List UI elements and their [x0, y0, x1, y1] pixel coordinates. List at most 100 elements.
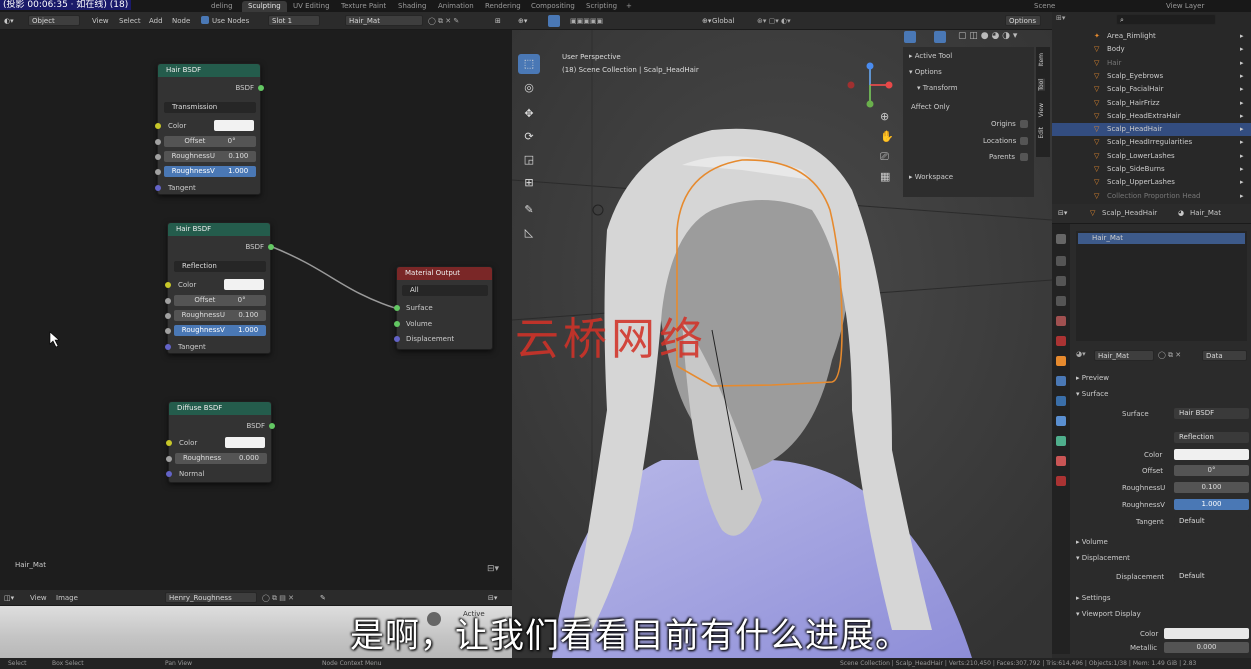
tab-texture-paint[interactable]: Texture Paint	[335, 1, 392, 12]
component-dropdown[interactable]: Reflection	[1174, 432, 1249, 443]
material-browse-icon[interactable]: ◕▾	[1076, 350, 1086, 358]
color-swatch[interactable]	[225, 437, 265, 448]
outliner-item[interactable]: ▽ Scalp_HeadHair ▸	[1052, 123, 1251, 137]
cursor-tool-icon[interactable]: ◎	[518, 78, 540, 98]
diffuse-bsdf-node[interactable]: Diffuse BSDF BSDF Color Roughness 0.000 …	[166, 401, 275, 483]
menu-node[interactable]: Node	[172, 16, 190, 27]
metallic-field[interactable]: 0.000	[1164, 642, 1249, 653]
tab-tool[interactable]: Tool	[1038, 79, 1045, 91]
color-input-socket[interactable]	[155, 123, 161, 129]
locations-checkbox[interactable]	[1020, 137, 1028, 145]
bsdf-output-socket[interactable]	[258, 85, 264, 91]
visibility-icon[interactable]: ▸	[1240, 163, 1244, 176]
roughness-v-field[interactable]: 1.000	[1174, 499, 1249, 510]
zoom-icon[interactable]: ⊕	[880, 110, 889, 123]
tab-item[interactable]: Item	[1038, 53, 1045, 67]
outliner-item[interactable]: ▽ Scalp_SideBurns ▸	[1052, 163, 1251, 176]
tab-shading[interactable]: Shading	[392, 1, 432, 12]
displacement-field[interactable]: Default	[1174, 571, 1249, 582]
tool-tab-icon[interactable]	[1056, 234, 1066, 244]
shading-mode-icons[interactable]: ▢ ◫ ● ◕ ◑ ▾	[958, 31, 1017, 41]
pin-icon[interactable]: ⊞	[495, 16, 501, 27]
roughness-u-field[interactable]: RoughnessU 0.100	[174, 310, 266, 321]
menu-image[interactable]: Image	[56, 593, 78, 604]
outliner-item[interactable]: ▽ Scalp_HeadIrregularities ▸	[1052, 136, 1251, 149]
tab-scripting[interactable]: Scripting	[580, 1, 623, 12]
outliner-item[interactable]: ✦ Area_Rimlight ▸	[1052, 30, 1251, 43]
component-dropdown[interactable]: Transmission	[164, 102, 256, 113]
preview-header[interactable]: ▸ Preview	[1076, 374, 1109, 382]
tab-sculpting[interactable]: Sculpting	[242, 1, 287, 12]
viewport-display-header[interactable]: ▾ Viewport Display	[1076, 610, 1141, 618]
offset-field[interactable]: Offset 0°	[164, 136, 256, 147]
component-dropdown[interactable]: Reflection	[174, 261, 266, 272]
move-tool-icon[interactable]: ✥	[518, 104, 540, 124]
tab-modeling[interactable]: deling	[205, 1, 239, 12]
active-tool-header[interactable]: ▸ Active Tool	[909, 52, 952, 60]
material-name-field[interactable]: Hair_Mat	[1094, 350, 1154, 361]
material-user-icons[interactable]: ◯ ⧉ ✕	[1158, 351, 1181, 360]
material-slot-item[interactable]: Hair_Mat	[1078, 233, 1245, 244]
transform-tool-icon[interactable]: ⊞	[518, 173, 540, 193]
physics-tab-icon[interactable]	[1056, 416, 1066, 426]
image-tools-icon[interactable]: ◯ ⧉ ▤ ✕	[262, 593, 294, 604]
view-layer-selector[interactable]: View Layer	[1160, 1, 1210, 12]
sidebar-toggle-icon[interactable]: ⊟▾	[487, 564, 499, 574]
outliner-item[interactable]: ▽ Scalp_HeadExtraHair ▸	[1052, 110, 1251, 123]
object-tab-icon[interactable]	[1056, 356, 1066, 366]
material-field[interactable]: Hair_Mat	[345, 15, 423, 26]
roughness-field[interactable]: Roughness 0.000	[175, 453, 267, 464]
pin-icon[interactable]: ✎	[320, 593, 326, 604]
object-mode-dropdown[interactable]: Object	[28, 15, 80, 26]
annotate-tool-icon[interactable]: ✎	[518, 200, 540, 220]
visibility-icon[interactable]: ▸	[1240, 176, 1244, 189]
outliner-search-input[interactable]: ⌕	[1116, 14, 1216, 25]
world-tab-icon[interactable]	[1056, 336, 1066, 346]
tab-view[interactable]: View	[1038, 103, 1045, 117]
filter-icon[interactable]: ⊞▾	[1056, 14, 1065, 22]
surface-input-socket[interactable]	[394, 305, 400, 311]
menu-view[interactable]: View	[30, 593, 47, 604]
editor-type-icon[interactable]: ⊟▾	[1058, 208, 1067, 219]
displacement-header[interactable]: ▾ Displacement	[1076, 554, 1130, 562]
surface-header[interactable]: ▾ Surface	[1076, 390, 1108, 398]
displacement-input-socket[interactable]	[394, 336, 400, 342]
visibility-icon[interactable]: ▸	[1240, 30, 1244, 43]
navigation-gizmo[interactable]	[845, 60, 895, 110]
tangent-input-socket[interactable]	[155, 185, 161, 191]
color-swatch[interactable]	[1174, 449, 1249, 460]
visibility-icon[interactable]: ▸	[1240, 83, 1244, 96]
image-selector[interactable]: Henry_Roughness	[165, 592, 257, 603]
options-dropdown[interactable]: Options	[1005, 15, 1041, 26]
particles-tab-icon[interactable]	[1056, 396, 1066, 406]
visibility-icon[interactable]: ▸	[1240, 57, 1244, 70]
outliner-item[interactable]: ▽ Scalp_HairFrizz ▸	[1052, 97, 1251, 110]
add-workspace-button[interactable]: +	[620, 1, 638, 12]
outliner-item[interactable]: ▽ Hair ▸	[1052, 57, 1251, 70]
color-swatch[interactable]	[214, 120, 254, 131]
editor-type-icon[interactable]: ◐▾	[4, 16, 14, 27]
rotate-tool-icon[interactable]: ⟳	[518, 127, 540, 147]
ru-input-socket[interactable]	[165, 313, 171, 319]
hair-bsdf-node-1[interactable]: Hair BSDF BSDF Transmission Color Offset…	[155, 63, 264, 195]
overlay-toggle-icon[interactable]	[934, 31, 946, 43]
color-input-socket[interactable]	[166, 440, 172, 446]
visibility-icon[interactable]: ▸	[1240, 70, 1244, 83]
bsdf-output-socket[interactable]	[268, 244, 274, 250]
outliner-item[interactable]: ▽ Scalp_LowerLashes ▸	[1052, 150, 1251, 163]
volume-header[interactable]: ▸ Volume	[1076, 538, 1108, 546]
settings-header[interactable]: ▸ Settings	[1076, 594, 1110, 602]
modifier-tab-icon[interactable]	[1056, 376, 1066, 386]
measure-tool-icon[interactable]: ◺	[518, 223, 540, 243]
ru-input-socket[interactable]	[155, 154, 161, 160]
editor-type-icon[interactable]: ◫▾	[4, 593, 14, 604]
camera-icon[interactable]: ⎚	[880, 150, 889, 164]
tangent-input-socket[interactable]	[165, 344, 171, 350]
parents-checkbox[interactable]	[1020, 153, 1028, 161]
snapping-icon[interactable]: ⊛▾ ▢▾ ◐▾	[757, 16, 791, 27]
tab-rendering[interactable]: Rendering	[479, 1, 527, 12]
selection-modes-icon[interactable]: ▣▣▣▣▣	[570, 16, 603, 27]
visibility-icon[interactable]: ▸	[1240, 43, 1244, 56]
roughness-input-socket[interactable]	[166, 456, 172, 462]
offset-field[interactable]: Offset 0°	[174, 295, 266, 306]
